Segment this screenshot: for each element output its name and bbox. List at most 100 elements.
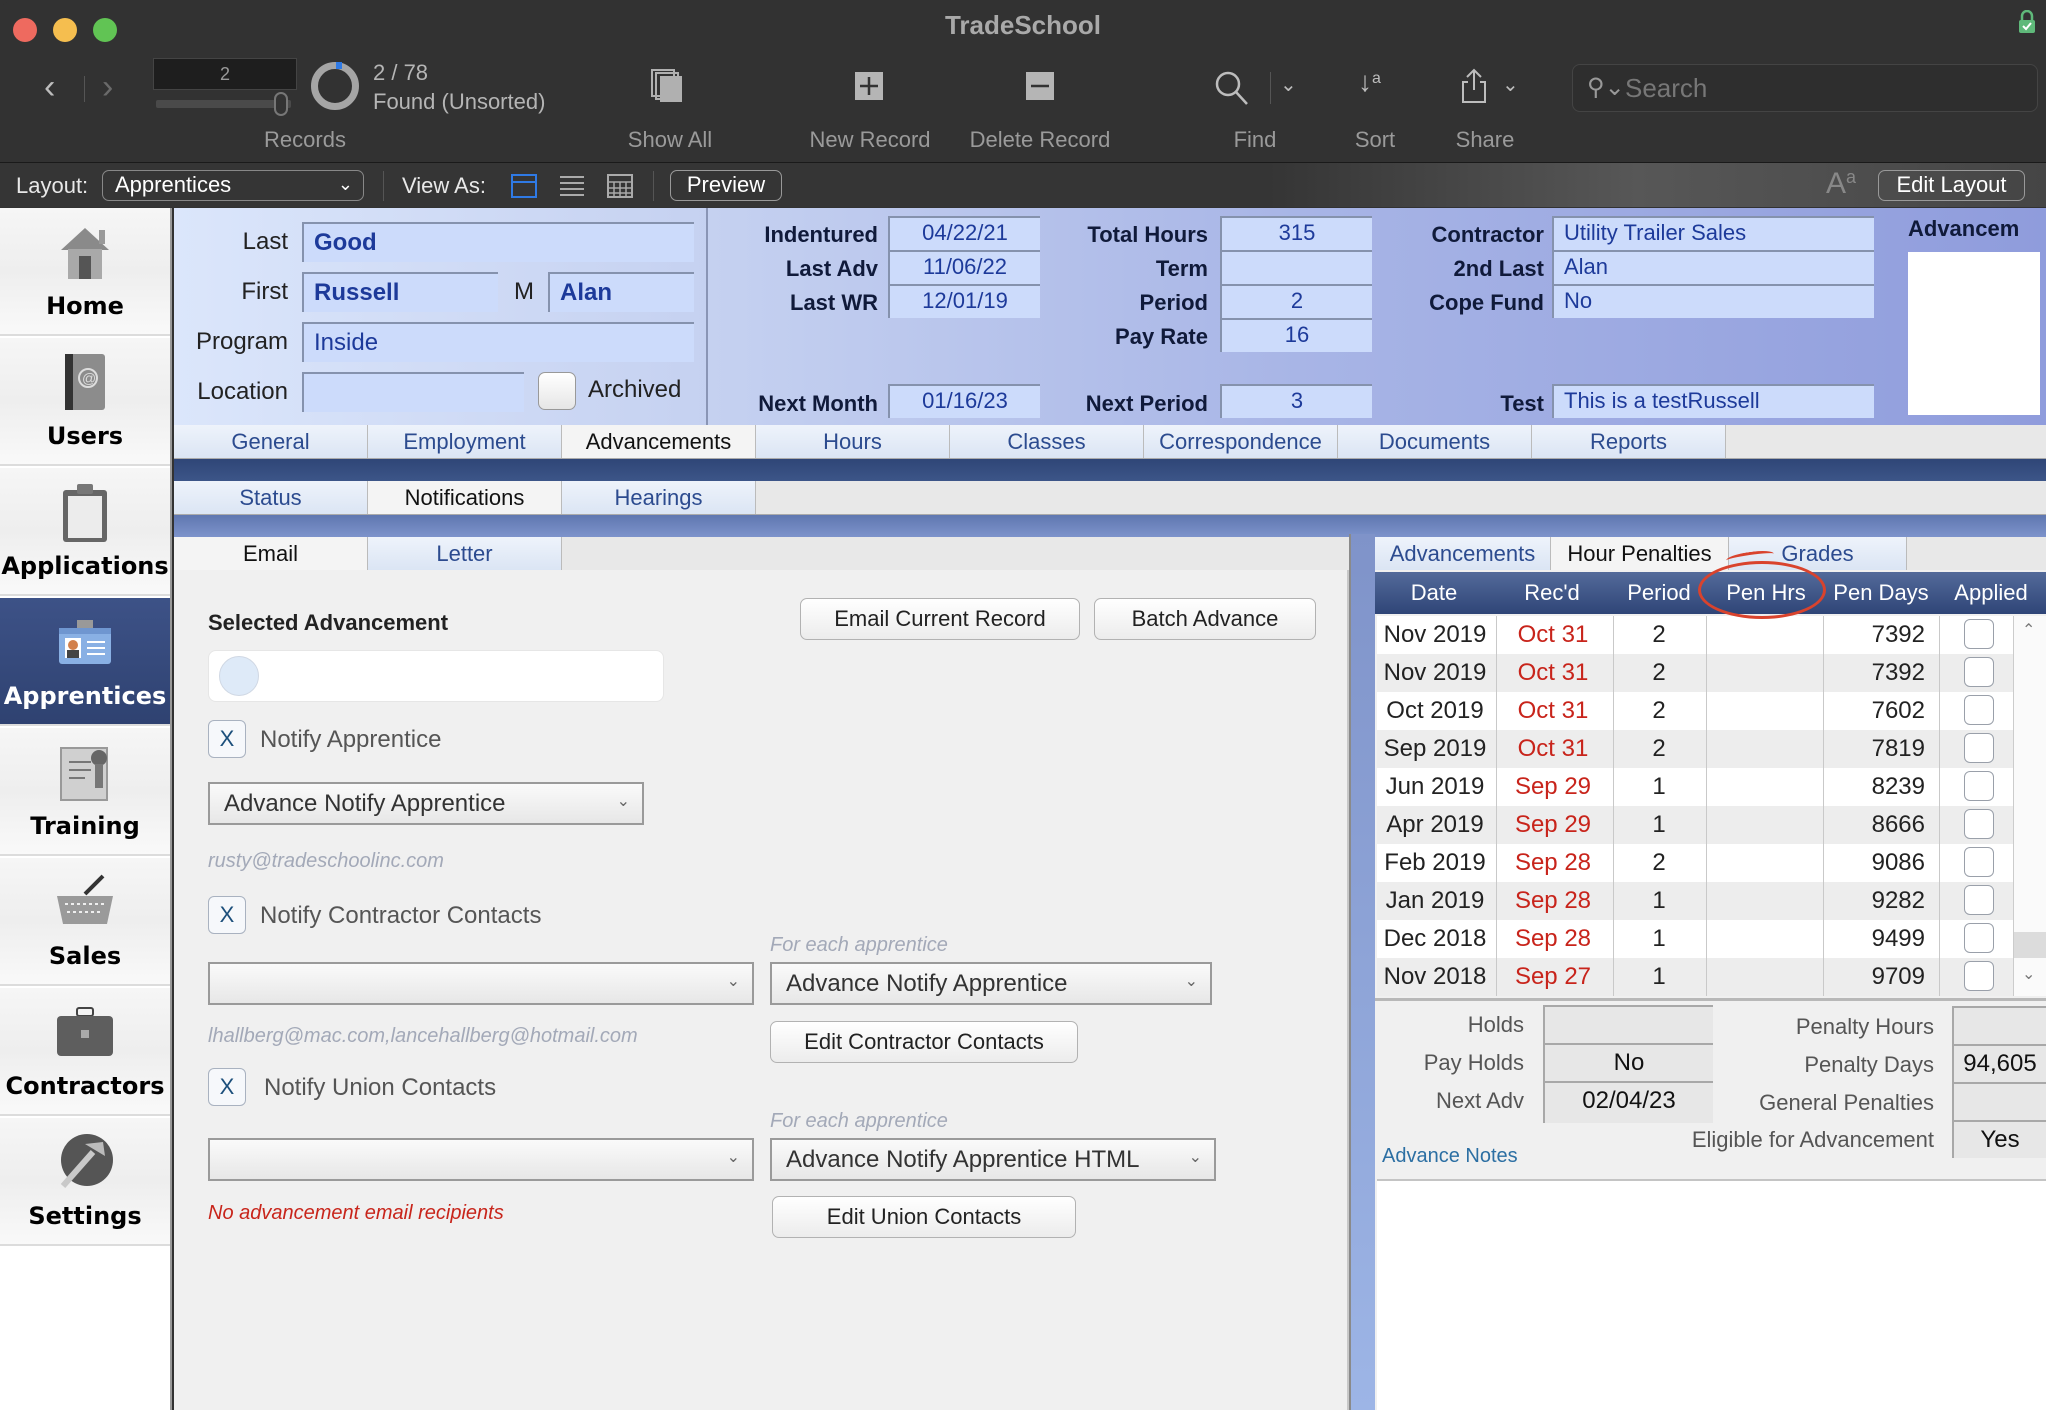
applied-checkbox[interactable] bbox=[1964, 657, 1994, 687]
tab-advancements-sub[interactable]: Advancements bbox=[1375, 537, 1551, 570]
notify-union-checkbox[interactable]: X bbox=[208, 1068, 246, 1106]
text-size-icon[interactable]: Aa bbox=[1826, 167, 1856, 201]
notify-contractor-checkbox[interactable]: X bbox=[208, 896, 246, 934]
pay-rate-field[interactable]: 16 bbox=[1220, 318, 1372, 352]
sidebar-item-applications[interactable]: Applications bbox=[0, 468, 170, 596]
eligible-field[interactable]: Yes bbox=[1952, 1120, 2046, 1158]
union-template-select[interactable]: Advance Notify Apprentice HTML ⌄ bbox=[770, 1138, 1216, 1181]
first-name-field[interactable]: Russell bbox=[302, 272, 498, 312]
advancement-box[interactable] bbox=[1908, 252, 2040, 415]
show-all-icon[interactable] bbox=[650, 68, 686, 104]
find-options-chevron-icon[interactable]: ⌄ bbox=[1280, 72, 1297, 97]
applied-checkbox[interactable] bbox=[1964, 847, 1994, 877]
general-penalties-field[interactable] bbox=[1952, 1082, 2046, 1120]
table-row[interactable]: Apr 2019 Sep 29 1 8666 bbox=[1377, 806, 2013, 844]
last-adv-field[interactable]: 11/06/22 bbox=[888, 250, 1040, 284]
sidebar-item-apprentices[interactable]: Apprentices bbox=[0, 598, 170, 726]
delete-record-button[interactable]: Delete Record bbox=[955, 127, 1125, 153]
tab-advancements[interactable]: Advancements bbox=[562, 425, 756, 458]
second-last-field[interactable]: Alan bbox=[1552, 250, 1874, 284]
find-magnifier-icon[interactable] bbox=[1214, 70, 1250, 106]
applied-checkbox[interactable] bbox=[1964, 695, 1994, 725]
sidebar-item-training[interactable]: Training bbox=[0, 728, 170, 856]
column-header-recd[interactable]: Rec'd bbox=[1493, 580, 1611, 606]
scroll-up-icon[interactable]: ⌃ bbox=[2022, 620, 2035, 640]
advance-notes-field[interactable] bbox=[1377, 1179, 2046, 1410]
sidebar-item-contractors[interactable]: Contractors bbox=[0, 988, 170, 1116]
contractor-contact-select[interactable]: ⌄ bbox=[208, 962, 754, 1005]
tab-notifications[interactable]: Notifications bbox=[368, 481, 562, 514]
table-row[interactable]: Jun 2019 Sep 29 1 8239 bbox=[1377, 768, 2013, 806]
sidebar-item-home[interactable]: Home bbox=[0, 208, 170, 336]
edit-union-contacts-button[interactable]: Edit Union Contacts bbox=[772, 1196, 1076, 1238]
tab-classes[interactable]: Classes bbox=[950, 425, 1144, 458]
share-icon[interactable] bbox=[1460, 68, 1488, 104]
previous-record-button[interactable]: ‹ bbox=[44, 68, 55, 107]
selected-advancement-field[interactable] bbox=[208, 650, 664, 702]
new-record-icon[interactable] bbox=[855, 72, 883, 100]
tab-hours[interactable]: Hours bbox=[756, 425, 950, 458]
new-record-button[interactable]: New Record bbox=[795, 127, 945, 153]
notify-apprentice-checkbox[interactable]: X bbox=[208, 720, 246, 758]
layout-select[interactable]: Apprentices ⌄ bbox=[102, 170, 364, 201]
tab-email[interactable]: Email bbox=[174, 537, 368, 570]
tab-documents[interactable]: Documents bbox=[1338, 425, 1532, 458]
edit-contractor-contacts-button[interactable]: Edit Contractor Contacts bbox=[770, 1021, 1078, 1063]
archived-checkbox[interactable] bbox=[538, 372, 576, 410]
next-period-field[interactable]: 3 bbox=[1220, 384, 1372, 418]
search-input[interactable]: ⚲⌄ Search bbox=[1572, 64, 2038, 112]
applied-checkbox[interactable] bbox=[1964, 885, 1994, 915]
find-button[interactable]: Find bbox=[1195, 127, 1315, 153]
sidebar-item-settings[interactable]: Settings bbox=[0, 1118, 170, 1246]
tab-employment[interactable]: Employment bbox=[368, 425, 562, 458]
contractor-template-select[interactable]: Advance Notify Apprentice ⌄ bbox=[770, 962, 1212, 1005]
table-row[interactable]: Nov 2019 Oct 31 2 7392 bbox=[1377, 654, 2013, 692]
middle-name-field[interactable]: Alan bbox=[548, 272, 694, 312]
next-record-button[interactable]: › bbox=[102, 68, 113, 107]
show-all-button[interactable]: Show All bbox=[605, 127, 735, 153]
share-button[interactable]: Share bbox=[1435, 127, 1535, 153]
scroll-thumb[interactable] bbox=[2014, 932, 2046, 958]
cope-fund-field[interactable]: No bbox=[1552, 284, 1874, 318]
term-field[interactable] bbox=[1220, 250, 1372, 284]
applied-checkbox[interactable] bbox=[1964, 771, 1994, 801]
apprentice-template-select[interactable]: Advance Notify Apprentice ⌄ bbox=[208, 782, 644, 825]
table-row[interactable]: Nov 2018 Sep 27 1 9709 bbox=[1377, 958, 2013, 996]
edit-layout-button[interactable]: Edit Layout bbox=[1878, 170, 2025, 201]
column-header-pen-days[interactable]: Pen Days bbox=[1825, 580, 1937, 606]
sort-button[interactable]: Sort bbox=[1325, 127, 1425, 153]
found-status[interactable]: Found (Unsorted) bbox=[373, 89, 545, 115]
batch-advance-button[interactable]: Batch Advance bbox=[1094, 598, 1316, 640]
delete-record-icon[interactable] bbox=[1026, 72, 1054, 100]
tab-hearings[interactable]: Hearings bbox=[562, 481, 756, 514]
table-scrollbar[interactable]: ⌃ ⌄ bbox=[2013, 616, 2046, 996]
contractor-field[interactable]: Utility Trailer Sales bbox=[1552, 216, 1874, 250]
tab-hour-penalties[interactable]: Hour Penalties bbox=[1551, 537, 1729, 570]
applied-checkbox[interactable] bbox=[1964, 619, 1994, 649]
table-row[interactable]: Nov 2019 Oct 31 2 7392 bbox=[1377, 616, 2013, 654]
tab-reports[interactable]: Reports bbox=[1532, 425, 1726, 458]
tab-letter[interactable]: Letter bbox=[368, 537, 562, 570]
applied-checkbox[interactable] bbox=[1964, 809, 1994, 839]
tab-correspondence[interactable]: Correspondence bbox=[1144, 425, 1338, 458]
email-current-record-button[interactable]: Email Current Record bbox=[800, 598, 1080, 640]
current-record-field[interactable]: 2 bbox=[153, 58, 297, 90]
location-field[interactable] bbox=[302, 372, 524, 412]
last-name-field[interactable]: Good bbox=[302, 222, 694, 262]
sort-az-icon[interactable]: ↓a bbox=[1358, 68, 1381, 101]
record-slider-track[interactable] bbox=[156, 100, 291, 108]
applied-checkbox[interactable] bbox=[1964, 923, 1994, 953]
record-slider-handle[interactable] bbox=[274, 92, 288, 116]
test-field[interactable]: This is a testRussell bbox=[1552, 384, 1874, 418]
next-month-field[interactable]: 01/16/23 bbox=[888, 384, 1040, 418]
column-header-date[interactable]: Date bbox=[1375, 580, 1493, 606]
sidebar-item-sales[interactable]: Sales bbox=[0, 858, 170, 986]
sidebar-item-users[interactable]: @ Users bbox=[0, 338, 170, 466]
view-table-icon[interactable] bbox=[607, 174, 633, 198]
total-hours-field[interactable]: 315 bbox=[1220, 216, 1372, 250]
last-wr-field[interactable]: 12/01/19 bbox=[888, 284, 1040, 318]
table-row[interactable]: Dec 2018 Sep 28 1 9499 bbox=[1377, 920, 2013, 958]
tab-general[interactable]: General bbox=[174, 425, 368, 458]
view-form-icon[interactable] bbox=[511, 174, 537, 198]
column-header-applied[interactable]: Applied bbox=[1937, 580, 2045, 606]
